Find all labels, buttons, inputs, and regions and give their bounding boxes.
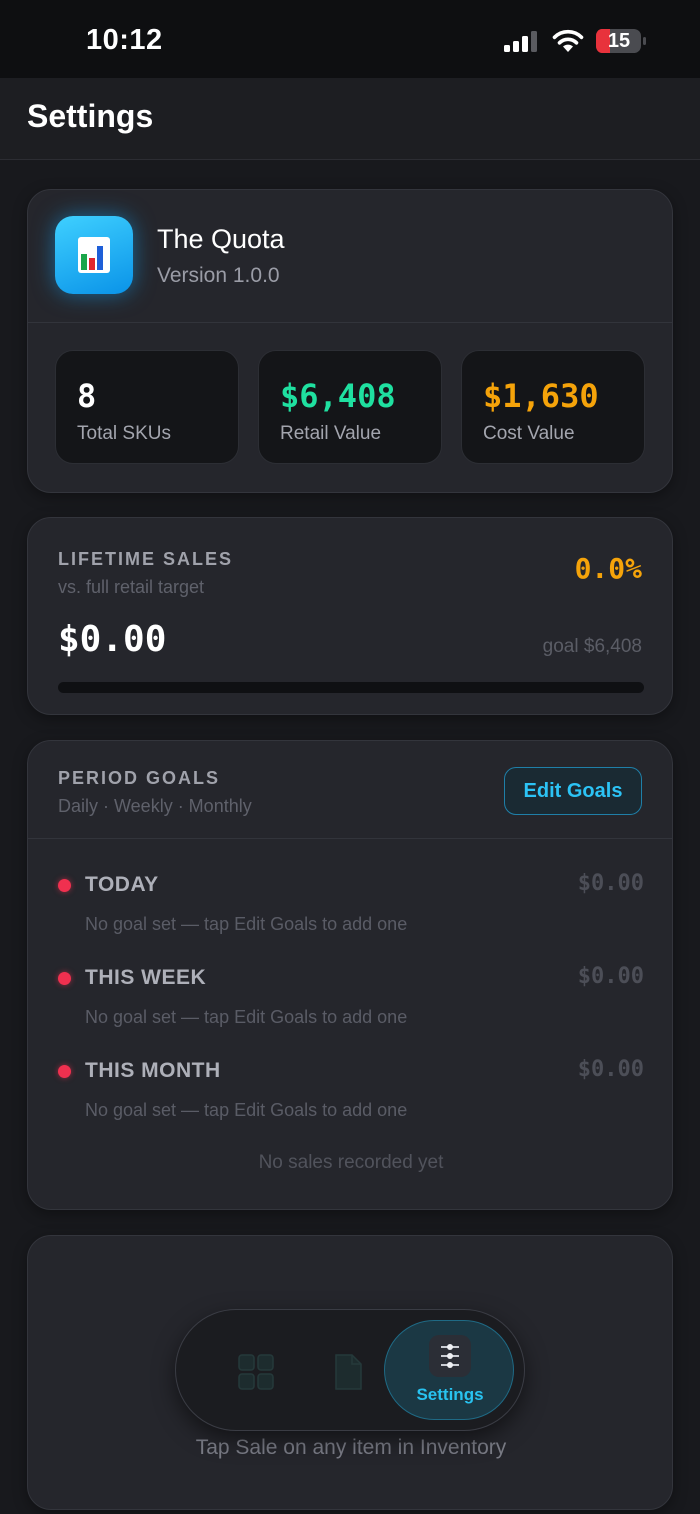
tab-bar: Settings (175, 1309, 525, 1431)
app-name: The Quota (157, 224, 285, 254)
stat-label: Total SKUs (77, 423, 171, 444)
lifetime-sales-card: LIFETIME SALES vs. full retail target 0.… (27, 517, 673, 715)
stat-value: $6,408 (280, 377, 396, 415)
stat-value: $1,630 (483, 377, 599, 415)
goal-period-name: THIS MONTH (85, 1059, 221, 1082)
status-bar: 10:12 15 (0, 0, 700, 78)
app-icon (55, 216, 133, 294)
tab-reports[interactable] (292, 1310, 392, 1430)
goal-period-name: TODAY (85, 873, 159, 896)
lifetime-sales-percent: 0.0% (574, 552, 642, 585)
tab-inventory[interactable] (198, 1310, 298, 1430)
app-version: Version 1.0.0 (157, 264, 280, 287)
goal-row-this-month: THIS MONTH $0.00 No goal set — tap Edit … (28, 1053, 674, 1133)
stat-cost-value: $1,630 Cost Value (461, 350, 645, 464)
goal-status-dot (58, 1065, 71, 1078)
goal-amount: $0.00 (577, 871, 644, 896)
stat-label: Retail Value (280, 423, 382, 444)
no-sales-message: No sales recorded yet (258, 1152, 444, 1173)
lifetime-sales-amount: $0.00 (58, 619, 167, 660)
tab-settings-label: Settings (416, 1385, 484, 1404)
period-goals-label: PERIOD GOALS (58, 768, 221, 788)
edit-goals-button[interactable]: Edit Goals (504, 767, 642, 815)
lifetime-sales-label: LIFETIME SALES (58, 549, 234, 569)
sliders-glyph (441, 1344, 459, 1368)
goal-hint: No goal set — tap Edit Goals to add one (85, 1100, 408, 1120)
goal-row-today: TODAY $0.00 No goal set — tap Edit Goals… (28, 867, 674, 947)
app-info-card: The Quota Version 1.0.0 8 Total SKUs $6,… (27, 189, 673, 493)
tab-settings[interactable]: Settings (384, 1320, 514, 1420)
bar-chart-icon (78, 237, 110, 273)
goal-period-name: THIS WEEK (85, 966, 207, 989)
period-goals-card: PERIOD GOALS Daily · Weekly · Monthly Ed… (27, 740, 673, 1210)
card-divider (28, 838, 672, 839)
goal-status-dot (58, 972, 71, 985)
grid-icon (238, 1354, 274, 1390)
stat-total-skus: 8 Total SKUs (55, 350, 239, 464)
wifi-icon (552, 29, 584, 52)
goal-hint: No goal set — tap Edit Goals to add one (85, 914, 408, 934)
status-time: 10:12 (86, 24, 163, 56)
stat-retail-value: $6,408 Retail Value (258, 350, 442, 464)
goal-row-this-week: THIS WEEK $0.00 No goal set — tap Edit G… (28, 960, 674, 1040)
battery-level: 15 (607, 30, 631, 52)
period-goals-subtitle: Daily · Weekly · Monthly (58, 796, 252, 816)
cellular-signal-icon (504, 31, 537, 52)
goal-amount: $0.00 (577, 964, 644, 989)
lifetime-sales-goal: goal $6,408 (542, 636, 642, 657)
stat-value: 8 (77, 377, 97, 415)
goal-status-dot (58, 879, 71, 892)
lifetime-sales-subtitle: vs. full retail target (58, 577, 205, 597)
document-icon (335, 1354, 362, 1390)
card-divider (28, 322, 672, 323)
stat-label: Cost Value (483, 423, 575, 444)
goal-amount: $0.00 (577, 1057, 644, 1082)
page-title: Settings (27, 98, 154, 134)
sliders-icon (429, 1335, 471, 1377)
tap-sale-hint: Tap Sale on any item in Inventory (195, 1436, 507, 1459)
goal-hint: No goal set — tap Edit Goals to add one (85, 1007, 408, 1027)
sales-progress-bar (58, 682, 644, 693)
